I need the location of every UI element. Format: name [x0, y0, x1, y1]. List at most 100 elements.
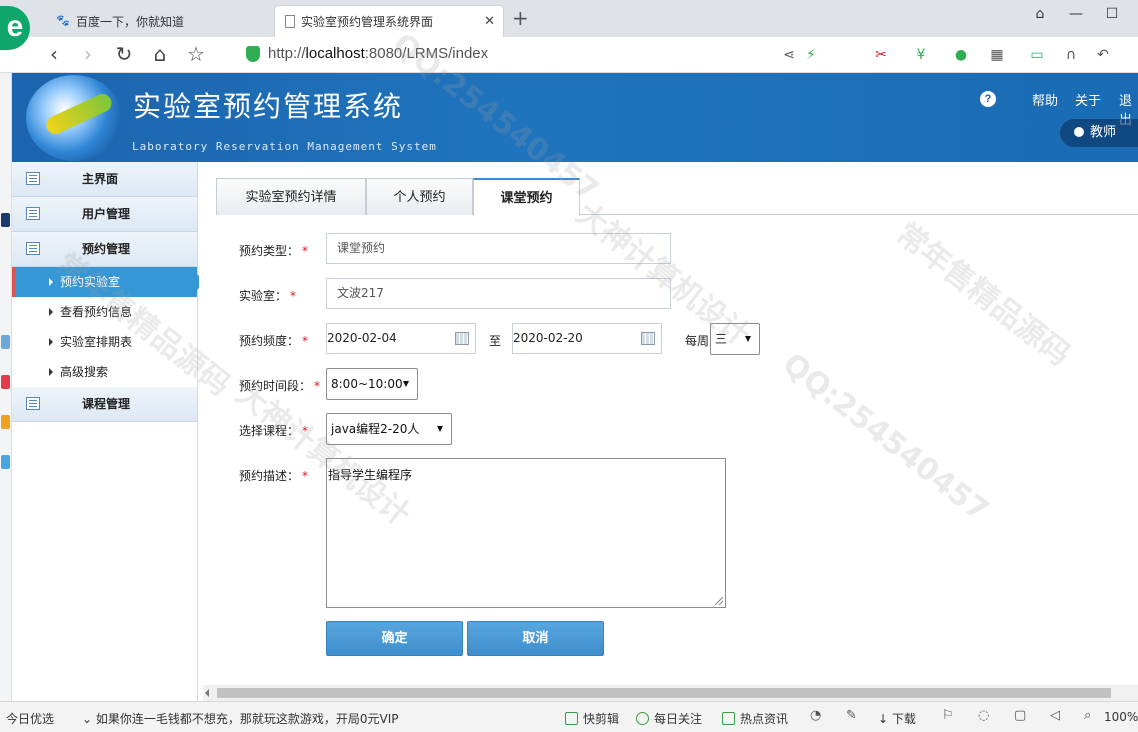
status-ad-link[interactable]: ⌄ 如果你连一毛钱都不想充，那就玩这款游戏，开局0元VIP	[82, 710, 399, 727]
undo-icon[interactable]: ↶	[1094, 46, 1112, 64]
url-input[interactable]: http://localhost:8080/LRMS/index	[268, 45, 488, 62]
daily-follow-link[interactable]: 每日关注	[636, 710, 702, 727]
horizontal-scrollbar[interactable]	[203, 685, 1138, 701]
browser-side-strip	[0, 73, 12, 701]
lab-field[interactable]: 文波217	[326, 278, 671, 309]
favorite-star-icon[interactable]: ☆	[184, 42, 208, 66]
chevron-down-icon	[437, 426, 443, 432]
grid-icon	[722, 712, 735, 725]
refresh-icon[interactable]: ↻	[112, 42, 136, 66]
side-app-icon[interactable]	[1, 213, 10, 227]
new-tab-button[interactable]: +	[512, 6, 529, 30]
globe-logo-icon	[26, 75, 122, 161]
sidebar-group-users[interactable]: 用户管理	[12, 197, 197, 232]
help-icon[interactable]: ?	[980, 91, 996, 107]
calendar-icon[interactable]	[455, 332, 469, 345]
reservation-type-field[interactable]: 课堂预约	[326, 233, 671, 264]
start-date-field[interactable]: 2020-02-04	[326, 323, 476, 354]
address-bar: ‹ › ↻ ⌂ ☆ http://localhost:8080/LRMS/ind…	[0, 37, 1138, 73]
lightning-icon[interactable]: ⚡	[802, 46, 820, 64]
user-role-badge[interactable]: 教师	[1060, 119, 1138, 147]
minimize-icon[interactable]: —	[1066, 6, 1086, 22]
list-icon	[26, 172, 40, 185]
zoom-level[interactable]: 100%	[1104, 710, 1138, 724]
play-icon	[565, 712, 578, 725]
shirt-skin-icon[interactable]: ⌂	[1030, 6, 1050, 22]
sidebar-item-view-reservations[interactable]: 查看预约信息	[12, 297, 197, 327]
list-icon	[26, 207, 40, 220]
description-label: 预约描述： *	[239, 469, 309, 483]
pin-icon[interactable]: ✎	[846, 708, 857, 723]
triangle-right-icon	[49, 278, 53, 286]
maximize-icon[interactable]: ☐	[1102, 6, 1122, 22]
confirm-button[interactable]: 确定	[326, 621, 463, 656]
cancel-button[interactable]: 取消	[467, 621, 604, 656]
download-link[interactable]: ↓ 下载	[878, 710, 916, 727]
content-tabs: 实验室预约详情 个人预约 课堂预约	[216, 178, 1138, 216]
sidebar-group-courses[interactable]: 课程管理	[12, 387, 197, 422]
tab-title: 实验室预约管理系统界面	[301, 15, 434, 29]
share-icon[interactable]: ⋖	[780, 46, 798, 64]
about-link[interactable]: 关于	[1075, 90, 1101, 109]
tab-class-reservation[interactable]: 课堂预约	[473, 178, 580, 216]
lab-label: 实验室： *	[239, 289, 297, 303]
side-app-icon[interactable]	[1, 335, 10, 349]
description-textarea[interactable]: 指导学生编程序	[326, 458, 726, 608]
triangle-right-icon	[49, 338, 53, 346]
speed-icon[interactable]: ◔	[810, 708, 821, 723]
hot-news-link[interactable]: 热点资讯	[722, 710, 788, 727]
course-select[interactable]: java编程2-20人	[326, 413, 452, 445]
list-icon	[26, 397, 40, 410]
browser-status-bar: 今日优选 ⌄ 如果你连一毛钱都不想充，那就玩这款游戏，开局0元VIP 快剪辑 每…	[0, 701, 1138, 732]
time-slot-select[interactable]: 8:00~10:00	[326, 368, 418, 400]
weekday-select[interactable]: 三	[710, 323, 760, 355]
tab-lab-reservation-details[interactable]: 实验室预约详情	[216, 178, 366, 215]
circle-play-icon	[636, 712, 649, 725]
tab-title: 百度一下，你就知道	[76, 14, 185, 29]
user-icon	[1074, 127, 1084, 137]
back-icon[interactable]: ‹	[42, 42, 66, 66]
side-app-icon[interactable]	[1, 375, 10, 389]
resize-grip-icon[interactable]	[715, 597, 723, 605]
battery-icon[interactable]: ▭	[1028, 46, 1046, 64]
side-app-icon[interactable]	[1, 415, 10, 429]
scissors-icon[interactable]: ✂	[872, 46, 890, 64]
side-app-icon[interactable]	[1, 455, 10, 469]
sidebar-item-advanced-search[interactable]: 高级搜索	[12, 357, 197, 387]
sidebar-item-reserve-lab[interactable]: 预约实验室	[12, 267, 205, 297]
chevron-down-icon: ⌄	[82, 712, 96, 726]
chat-icon[interactable]: ●	[952, 46, 970, 64]
yen-icon[interactable]: ¥	[912, 46, 930, 64]
window-icon[interactable]: ▢	[1014, 708, 1026, 723]
headphones-icon[interactable]: ∩	[1062, 46, 1080, 64]
sidebar-item-lab-schedule[interactable]: 实验室排期表	[12, 327, 197, 357]
today-picks-link[interactable]: 今日优选	[6, 710, 54, 727]
close-tab-icon[interactable]: ✕	[484, 14, 495, 29]
weekly-label: 每周	[685, 334, 710, 348]
app-title: 实验室预约管理系统	[133, 90, 404, 123]
help-link[interactable]: 帮助	[1032, 90, 1058, 109]
quick-edit-link[interactable]: 快剪辑	[565, 710, 619, 727]
triangle-right-icon	[49, 308, 53, 316]
main-content: 实验室预约详情 个人预约 课堂预约 预约类型： * 课堂预约 实验室： * 文波21…	[199, 162, 1138, 701]
zoom-icon[interactable]: ⌕	[1084, 708, 1091, 723]
course-label: 选择课程： *	[239, 424, 309, 438]
page-icon	[285, 15, 295, 28]
sidebar-group-reservations[interactable]: 预约管理	[12, 232, 197, 267]
browser-tab-baidu[interactable]: 🐾 百度一下，你就知道	[46, 5, 272, 37]
home-icon[interactable]: ⌂	[148, 42, 172, 66]
apps-grid-icon[interactable]: ▦	[988, 46, 1006, 64]
scrollbar-thumb[interactable]	[217, 688, 1111, 698]
secure-shield-icon	[246, 46, 260, 62]
forward-icon[interactable]: ›	[76, 42, 100, 66]
end-date-field[interactable]: 2020-02-20	[512, 323, 662, 354]
sidebar-group-home[interactable]: 主界面	[12, 162, 197, 197]
time-label: 预约时间段： *	[239, 379, 321, 393]
browser-tab-lrms[interactable]: 实验室预约管理系统界面 ✕	[274, 5, 504, 37]
tab-personal-reservation[interactable]: 个人预约	[366, 178, 473, 215]
volume-icon[interactable]: ◁	[1050, 708, 1060, 723]
flag-icon[interactable]: ⚐	[942, 708, 954, 723]
calendar-icon[interactable]	[641, 332, 655, 345]
clean-icon[interactable]: ◌	[978, 708, 989, 723]
scroll-left-icon[interactable]	[205, 689, 209, 697]
